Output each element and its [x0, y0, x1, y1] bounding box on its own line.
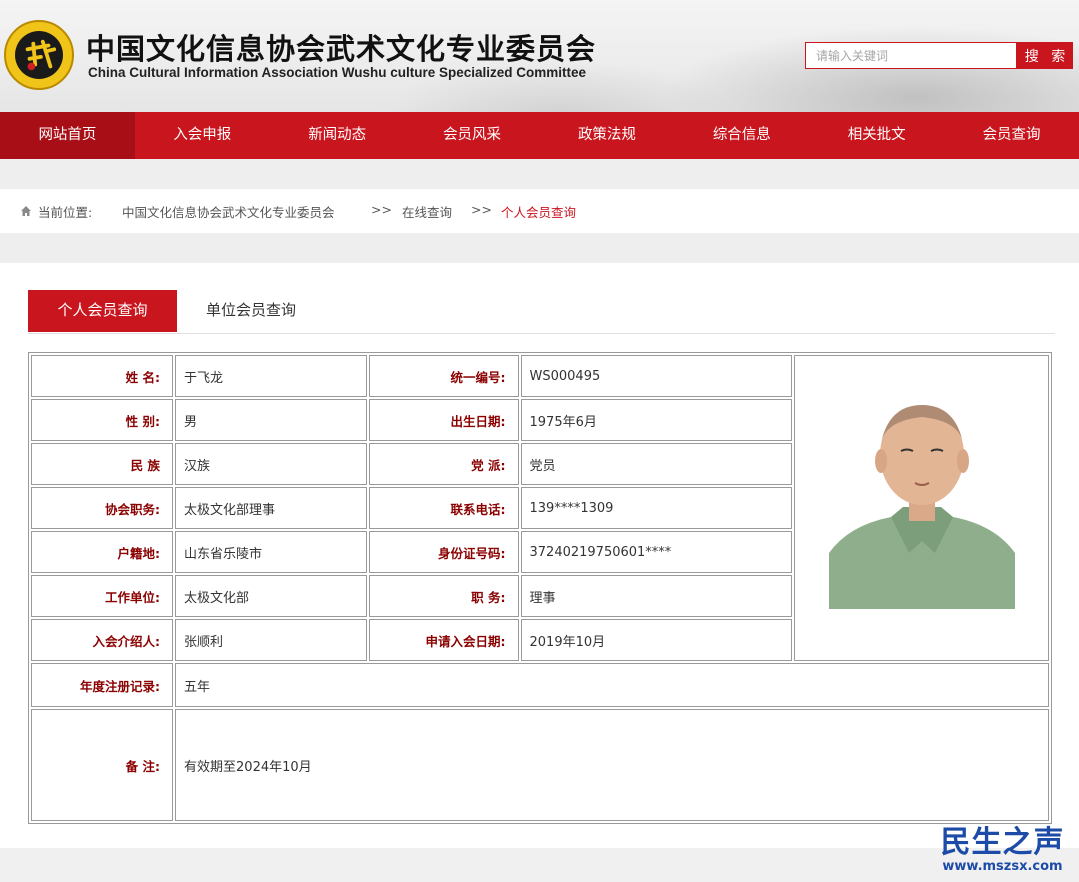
party-value: 党员 [520, 443, 793, 485]
name-value: 于飞龙 [175, 355, 367, 397]
table-row: 姓 名: 于飞龙 统一编号: WS000495 [31, 355, 1049, 661]
nav-item-documents[interactable]: 相关批文 [809, 112, 944, 159]
spacer-band [0, 233, 1079, 263]
remark-value: 有效期至2024年10月 [175, 709, 1049, 821]
home-icon [21, 206, 31, 216]
breadcrumb-link-home[interactable]: 中国文化信息协会武术文化专业委员会 [122, 202, 335, 221]
assoc-role-label: 协会职务: [31, 487, 174, 529]
phone-label: 联系电话: [368, 487, 519, 529]
breadcrumb-current: 个人会员查询 [501, 205, 577, 220]
code-label: 统一编号: [368, 355, 519, 397]
birth-value: 1975年6月 [520, 399, 793, 441]
idcard-label: 身份证号码: [368, 531, 519, 573]
tab-unit-member[interactable]: 单位会员查询 [196, 290, 306, 332]
nav-item-join[interactable]: 入会申报 [135, 112, 270, 159]
nav-item-member-query[interactable]: 会员查询 [944, 112, 1079, 159]
breadcrumb: 当前位置: 中国文化信息协会武术文化专业委员会 >> 在线查询 >> 个人会员查… [0, 189, 1079, 233]
gender-value: 男 [175, 399, 367, 441]
remark-label: 备 注: [31, 709, 174, 821]
table-row: 年度注册记录: 五年 [31, 663, 1049, 707]
search-button[interactable]: 搜 索 [1017, 42, 1073, 69]
table-row: 备 注: 有效期至2024年10月 [31, 709, 1049, 821]
search-input[interactable] [805, 42, 1017, 69]
apply-date-label: 申请入会日期: [368, 619, 519, 661]
site-header: 中国文化信息协会武术文化专业委员会 China Cultural Informa… [0, 0, 1079, 112]
title-label: 职 务: [368, 575, 519, 617]
nav-item-news[interactable]: 新闻动态 [270, 112, 405, 159]
logo-emblem-icon [15, 31, 63, 79]
hukou-label: 户籍地: [31, 531, 174, 573]
idcard-value: 37240219750601**** [520, 531, 793, 573]
site-title: 中国文化信息协会武术文化专业委员会 [86, 32, 597, 66]
watermark-logo: 民生之声 www.mszsx.com [930, 826, 1075, 880]
nav-item-home[interactable]: 网站首页 [0, 112, 135, 159]
apply-date-value: 2019年10月 [520, 619, 793, 661]
association-logo[interactable] [4, 20, 74, 90]
photo-cell [794, 355, 1049, 661]
nav-item-policy[interactable]: 政策法规 [540, 112, 675, 159]
breadcrumb-separator: >> [371, 202, 392, 217]
query-tabs: 个人会员查询 单位会员查询 [28, 290, 1055, 334]
nav-item-members[interactable]: 会员风采 [405, 112, 540, 159]
title-value: 理事 [520, 575, 793, 617]
breadcrumb-separator: >> [471, 202, 492, 217]
birth-label: 出生日期: [368, 399, 519, 441]
introducer-label: 入会介绍人: [31, 619, 174, 661]
party-label: 党 派: [368, 443, 519, 485]
code-value: WS000495 [520, 355, 793, 397]
site-subtitle: China Cultural Information Association W… [88, 65, 587, 80]
assoc-role-value: 太极文化部理事 [175, 487, 367, 529]
member-photo [828, 403, 1015, 609]
breadcrumb-link-query[interactable]: 在线查询 [402, 202, 452, 221]
work-label: 工作单位: [31, 575, 174, 617]
hukou-value: 山东省乐陵市 [175, 531, 367, 573]
annual-label: 年度注册记录: [31, 663, 174, 707]
gender-label: 性 别: [31, 399, 174, 441]
main-nav: 网站首页 入会申报 新闻动态 会员风采 政策法规 综合信息 相关批文 会员查询 [0, 112, 1079, 159]
annual-value: 五年 [175, 663, 1049, 707]
ethnic-label: 民 族 [31, 443, 174, 485]
nav-item-info[interactable]: 综合信息 [674, 112, 809, 159]
name-label: 姓 名: [31, 355, 174, 397]
breadcrumb-label: 当前位置: [38, 205, 93, 220]
introducer-value: 张顺利 [175, 619, 367, 661]
tab-personal-member[interactable]: 个人会员查询 [28, 290, 177, 332]
watermark-url: www.mszsx.com [942, 859, 1063, 874]
member-info-table: 姓 名: 于飞龙 统一编号: WS000495 性 别: 男 出生日期: 197… [28, 352, 1052, 824]
work-value: 太极文化部 [175, 575, 367, 617]
ethnic-value: 汉族 [175, 443, 367, 485]
watermark-title: 民生之声 [940, 825, 1065, 860]
spacer-band [0, 159, 1079, 189]
phone-value: 139****1309 [520, 487, 793, 529]
footer-band [0, 848, 1079, 882]
